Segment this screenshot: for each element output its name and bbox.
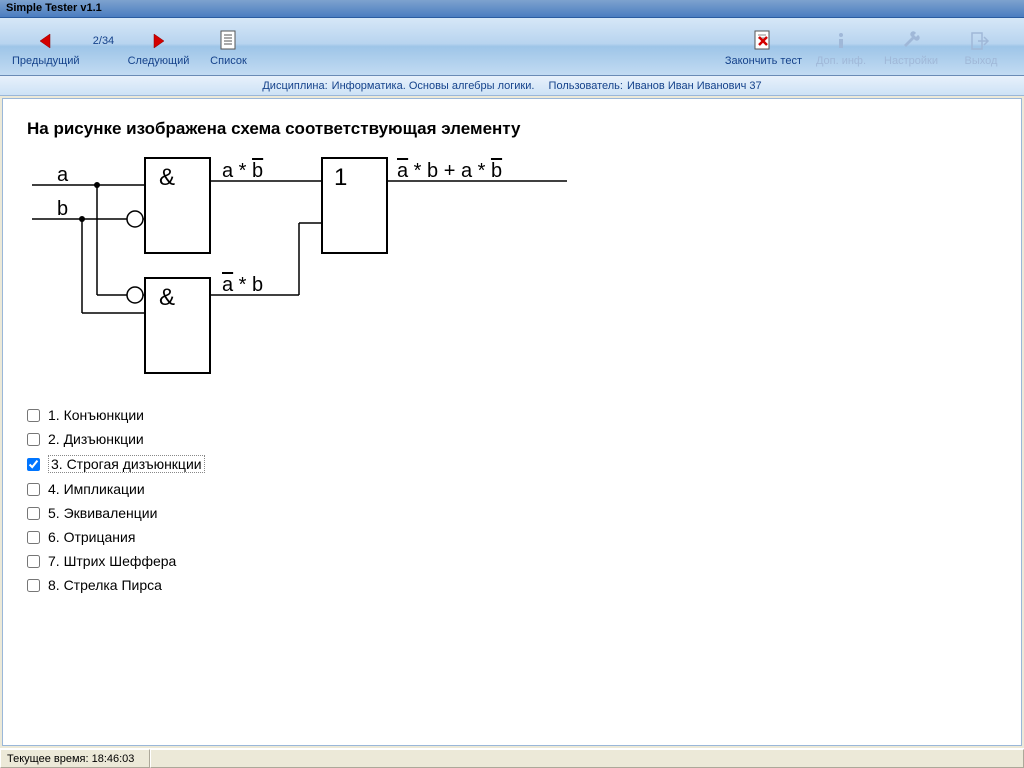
info-bar: Дисциплина: Информатика. Основы алгебры …	[0, 76, 1024, 96]
settings-label: Настройки	[884, 55, 938, 67]
status-time: Текущее время: 18:46:03	[0, 749, 150, 768]
question-counter: 2/34	[83, 22, 123, 73]
time-label: Текущее время:	[7, 753, 89, 765]
next-button[interactable]: Следующий	[123, 22, 193, 73]
wrench-icon	[900, 29, 922, 53]
answer-label: 6. Отрицания	[48, 529, 135, 545]
finish-label: Закончить тест	[725, 55, 802, 67]
list-icon	[218, 29, 238, 53]
out1-label: a * b	[222, 160, 263, 182]
status-empty	[150, 749, 1024, 768]
answer-row[interactable]: 8. Стрелка Пирса	[27, 573, 997, 597]
final-label: a * b + a * b	[397, 160, 502, 182]
finish-icon	[752, 29, 774, 53]
answer-checkbox[interactable]	[27, 433, 40, 446]
answers-list: 1. Конъюнкции 2. Дизъюнкции 3. Строгая диз…	[27, 403, 997, 597]
gate2-symbol: &	[159, 284, 175, 311]
inverter-b-top	[127, 211, 143, 227]
answer-row[interactable]: 4. Импликации	[27, 477, 997, 501]
answer-label: 1. Конъюнкции	[48, 407, 144, 423]
answer-label: 2. Дизъюнкции	[48, 431, 144, 447]
list-button[interactable]: Список	[193, 22, 263, 73]
answer-checkbox[interactable]	[27, 483, 40, 496]
gate1-symbol: &	[159, 164, 175, 191]
out2-label: a * b	[222, 274, 263, 296]
settings-button: Настройки	[876, 22, 946, 73]
answer-label: 3. Строгая дизъюнкции	[48, 455, 205, 473]
answer-row[interactable]: 2. Дизъюнкции	[27, 427, 997, 451]
exit-label: Выход	[965, 55, 998, 67]
exit-icon	[970, 29, 992, 53]
exit-button: Выход	[946, 22, 1016, 73]
logic-diagram: a b &	[27, 153, 567, 393]
time-value: 18:46:03	[92, 753, 135, 765]
answer-checkbox[interactable]	[27, 531, 40, 544]
status-bar: Текущее время: 18:46:03	[0, 748, 1024, 768]
answer-checkbox[interactable]	[27, 409, 40, 422]
prev-button[interactable]: Предыдущий	[8, 22, 83, 73]
finish-button[interactable]: Закончить тест	[721, 22, 806, 73]
answer-row[interactable]: 1. Конъюнкции	[27, 403, 997, 427]
content-wrapper: На рисунке изображена схема соответствую…	[0, 96, 1024, 748]
answer-row[interactable]: 7. Штрих Шеффера	[27, 549, 997, 573]
window-titlebar: Simple Tester v1.1	[0, 0, 1024, 18]
answer-row[interactable]: 6. Отрицания	[27, 525, 997, 549]
answer-checkbox[interactable]	[27, 507, 40, 520]
answer-label: 7. Штрих Шеффера	[48, 553, 176, 569]
inverter-a-bottom	[127, 287, 143, 303]
input-a-label: a	[57, 164, 69, 186]
arrow-left-icon	[37, 29, 55, 53]
user-value: Иванов Иван Иванович 37	[627, 80, 762, 92]
answer-label: 5. Эквиваленции	[48, 505, 157, 521]
answer-row[interactable]: 3. Строгая дизъюнкции	[27, 451, 997, 477]
extra-label: Доп. инф.	[816, 55, 866, 67]
answer-checkbox[interactable]	[27, 579, 40, 592]
input-b-label: b	[57, 198, 68, 220]
answer-label: 8. Стрелка Пирса	[48, 577, 162, 593]
next-label: Следующий	[128, 55, 190, 67]
discipline-label: Дисциплина:	[262, 80, 327, 92]
extra-info-button: Доп. инф.	[806, 22, 876, 73]
answer-label: 4. Импликации	[48, 481, 145, 497]
user-label: Пользователь:	[549, 80, 623, 92]
main-toolbar: Предыдущий 2/34 Следующий Список Закончи…	[0, 18, 1024, 76]
gate3-symbol: 1	[334, 164, 347, 191]
toolbar-spacer	[263, 22, 720, 73]
info-icon	[831, 29, 851, 53]
app-title: Simple Tester v1.1	[6, 2, 102, 14]
discipline-value: Информатика. Основы алгебры логики.	[332, 80, 535, 92]
list-label: Список	[210, 55, 247, 67]
question-text: На рисунке изображена схема соответствую…	[27, 119, 997, 139]
answer-checkbox[interactable]	[27, 458, 40, 471]
question-panel: На рисунке изображена схема соответствую…	[2, 98, 1022, 746]
answer-checkbox[interactable]	[27, 555, 40, 568]
answer-row[interactable]: 5. Эквиваленции	[27, 501, 997, 525]
prev-label: Предыдущий	[12, 55, 79, 67]
arrow-right-icon	[149, 29, 167, 53]
